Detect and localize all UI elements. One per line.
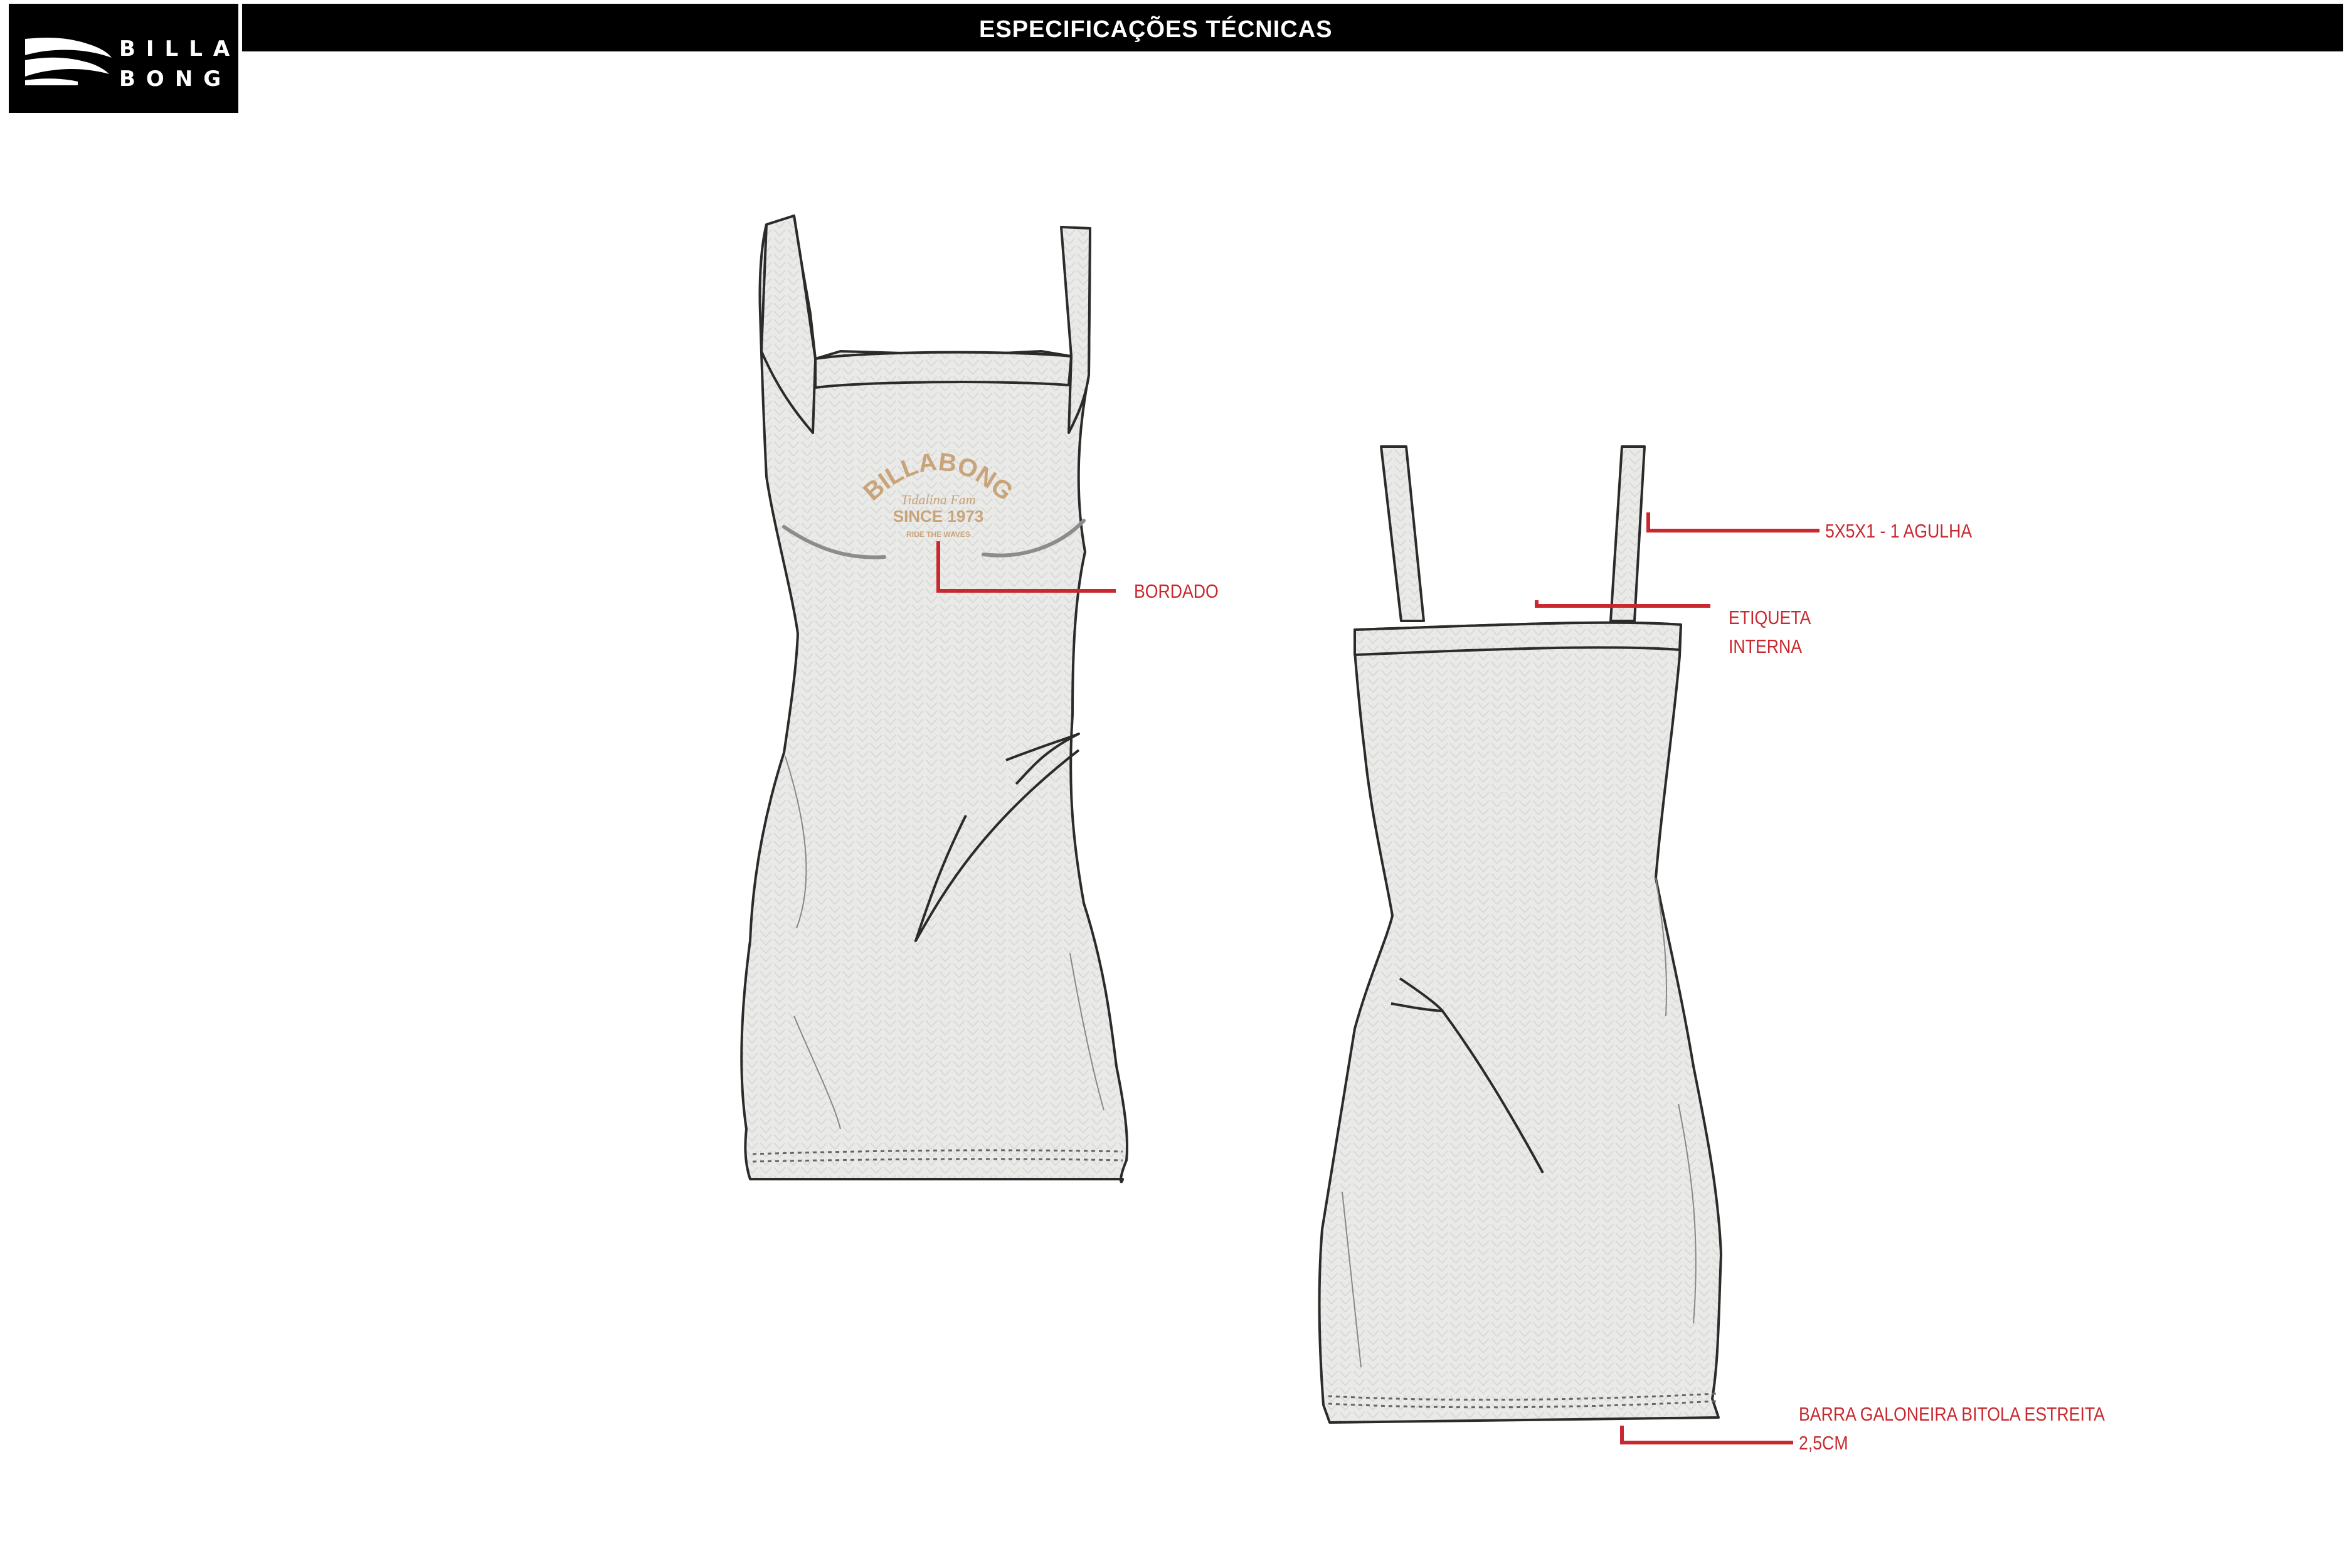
back-dress-body: [1318, 621, 1722, 1424]
embroidery-small-text: RIDE THE WAVES: [906, 530, 970, 539]
leader-agulha: [1646, 512, 1820, 532]
callout-hem: BARRA GALONEIRA BITOLA ESTREITA 2,5CM: [1799, 1403, 2105, 1454]
callout-strap-stitch: 5X5X1 - 1 AGULHA: [1825, 520, 1973, 542]
embroidery-since-text: SINCE 1973: [893, 507, 984, 526]
leader-barra: [1620, 1426, 1793, 1444]
callout-internal-label: ETIQUETA INTERNA: [1729, 607, 1811, 657]
embroidery-script-text: Tidalina Fam: [901, 492, 975, 507]
callout-bordado: BORDADO: [1134, 580, 1219, 602]
back-dress-sketch: [1318, 445, 1722, 1424]
front-dress-sketch: [740, 215, 1129, 1184]
technical-drawing: BILLABONG Tidalina Fam SINCE 1973 RIDE T…: [740, 215, 1820, 1444]
